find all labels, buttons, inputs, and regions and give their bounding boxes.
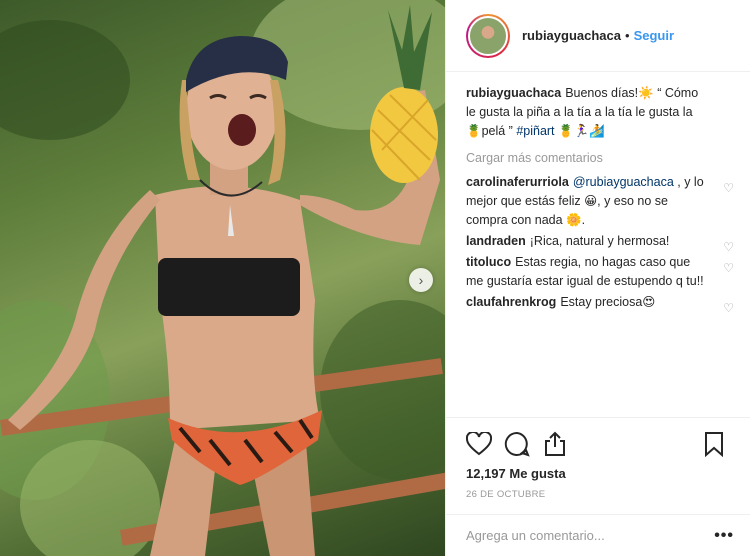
comment-button[interactable] xyxy=(504,430,534,458)
follow-button[interactable]: Seguir xyxy=(634,28,674,43)
heart-icon[interactable]: ♡ xyxy=(723,259,734,278)
comments-list: rubiayguachaca Buenos días!☀️ “ Cómo le g… xyxy=(446,72,750,417)
heart-icon[interactable]: ♡ xyxy=(723,299,734,318)
avatar-image xyxy=(468,15,508,56)
post-caption: rubiayguachaca Buenos días!☀️ “ Cómo le g… xyxy=(466,84,734,141)
comment-input[interactable] xyxy=(466,528,715,543)
comment-item: carolinaferurriola @rubiayguachaca , y lo… xyxy=(466,173,734,230)
separator-dot: • xyxy=(625,28,630,43)
share-icon xyxy=(545,431,565,456)
comment-text: Estay preciosa😍 xyxy=(560,295,656,309)
action-icons-row xyxy=(466,426,734,462)
heart-icon xyxy=(466,432,492,456)
more-options-icon[interactable]: ••• xyxy=(714,527,734,545)
person-figure xyxy=(8,5,440,556)
bookmark-icon xyxy=(705,432,723,457)
comment-item: landraden ¡Rica, natural y hermosa! ♡ xyxy=(466,232,734,254)
post-actions: 12,197 Me gusta 26 DE OCTUBRE xyxy=(446,417,750,514)
save-button[interactable] xyxy=(704,430,734,458)
comment-item: titoluco Estas regia, no hagas caso que m… xyxy=(466,253,734,291)
chevron-right-icon: › xyxy=(418,272,424,288)
load-more-comments-button[interactable]: Cargar más comentarios xyxy=(466,151,734,165)
comment-username[interactable]: landraden xyxy=(466,234,526,248)
post-header: rubiayguachaca • Seguir xyxy=(446,0,750,72)
instagram-post-view: › rubiayguachaca • Seguir rubiayguachaca… xyxy=(0,0,750,556)
caption-text-end: 🍍🏃‍♀️🏄 xyxy=(554,124,605,138)
caption-username[interactable]: rubiayguachaca xyxy=(466,86,561,100)
post-details-panel: rubiayguachaca • Seguir rubiayguachaca Bu… xyxy=(445,0,750,556)
heart-icon[interactable]: ♡ xyxy=(723,179,734,198)
add-comment-bar: ••• xyxy=(446,514,750,556)
like-button[interactable] xyxy=(466,430,496,458)
post-date[interactable]: 26 DE OCTUBRE xyxy=(466,489,734,500)
comment-username[interactable]: claufahrenkrog xyxy=(466,295,556,309)
comment-text: ¡Rica, natural y hermosa! xyxy=(529,234,670,248)
header-username[interactable]: rubiayguachaca xyxy=(522,28,621,43)
next-photo-button[interactable]: › xyxy=(409,268,433,292)
comment-username[interactable]: titoluco xyxy=(466,255,511,269)
likes-count[interactable]: 12,197 Me gusta xyxy=(466,466,734,481)
avatar[interactable] xyxy=(466,13,510,58)
post-photo[interactable]: › xyxy=(0,0,445,556)
comment-icon xyxy=(504,431,530,457)
comment-username[interactable]: carolinaferurriola xyxy=(466,175,569,189)
comment-mention[interactable]: @rubiayguachaca xyxy=(573,175,674,189)
comment-item: claufahrenkrog Estay preciosa😍 ♡ xyxy=(466,293,734,315)
caption-hashtag[interactable]: #piñart xyxy=(516,124,554,138)
share-button[interactable] xyxy=(542,430,572,458)
